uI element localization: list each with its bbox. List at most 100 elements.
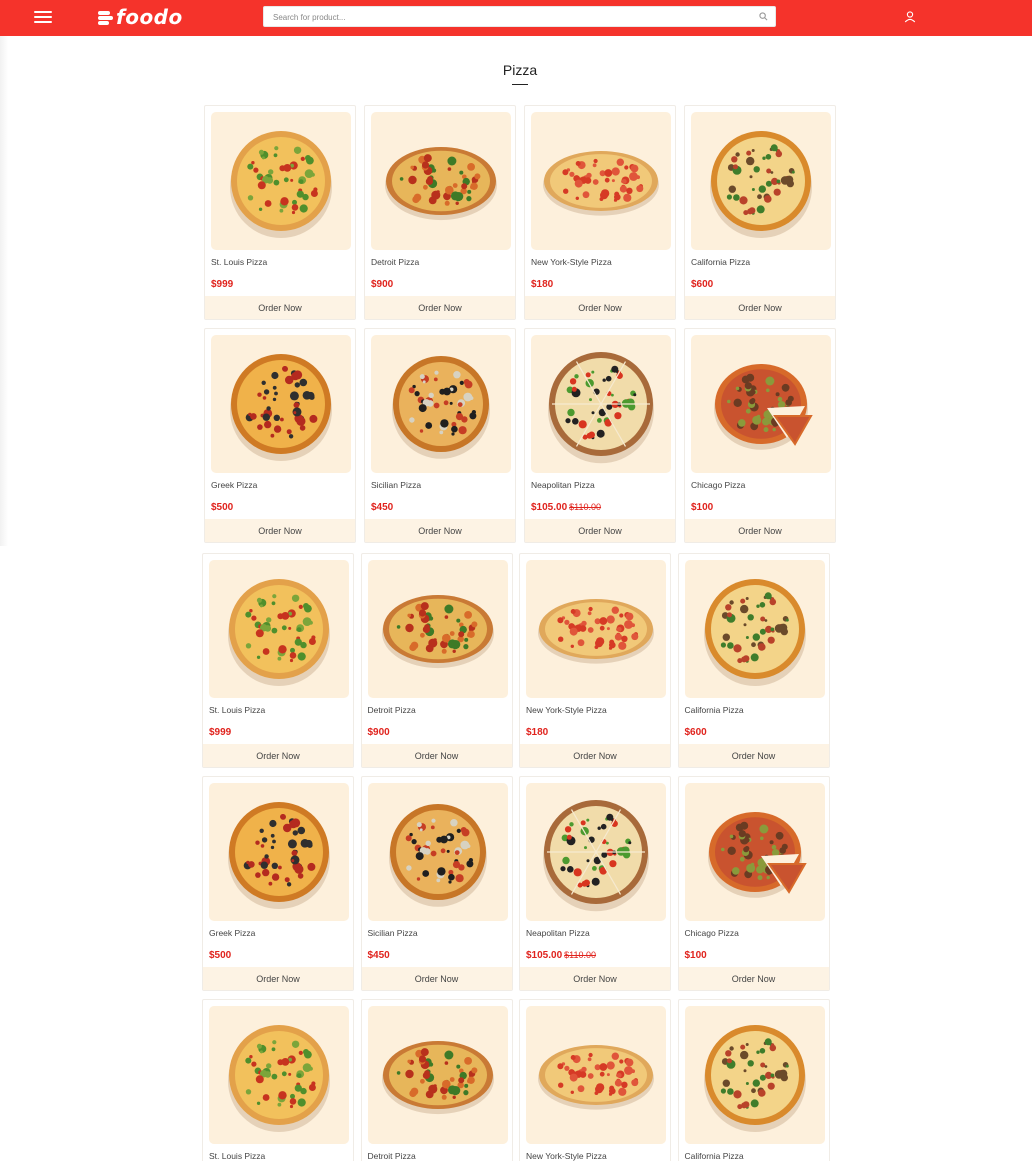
detroit-pizza-image [381,595,494,669]
product-image[interactable] [209,1006,349,1144]
product-name[interactable]: Greek Pizza [211,480,257,490]
product-price: $900 [371,279,393,290]
product-card[interactable]: Greek Pizza $500 Order Now [202,776,354,991]
product-image[interactable] [371,335,511,473]
product-name[interactable]: Chicago Pizza [691,480,745,490]
product-name[interactable]: Neapolitan Pizza [531,480,595,490]
chicago-pizza-image [707,812,807,898]
order-now-button[interactable]: Order Now [361,967,512,990]
current-price: $105.00 [526,950,563,961]
order-now-button[interactable]: Order Now [685,519,835,542]
product-name[interactable]: St. Louis Pizza [209,705,265,715]
product-card[interactable]: Chicago Pizza $100 Order Now [684,328,836,543]
order-now-button[interactable]: Order Now [203,744,353,767]
product-name[interactable]: New York-Style Pizza [531,257,612,267]
product-card[interactable]: New York-Style Pizza$180Order Now [519,553,671,768]
product-image[interactable] [684,783,825,921]
product-name[interactable]: California Pizza [685,1151,744,1161]
product-image[interactable] [691,112,831,250]
order-now-button[interactable]: Order Now [365,519,515,542]
product-price: $500 [209,950,231,961]
product-name[interactable]: Detroit Pizza [368,705,416,715]
product-card[interactable]: St. Louis Pizza$999Order Now [202,999,354,1161]
product-card[interactable]: Detroit Pizza$900Order Now [360,553,513,768]
product-image[interactable] [371,112,511,250]
product-image[interactable] [367,1006,508,1144]
current-price: $999 [211,279,234,290]
product-card[interactable]: Neapolitan Pizza $105.00 $110.00 Order Now [519,776,671,991]
product-name[interactable]: New York-Style Pizza [526,705,607,715]
search-box [263,6,776,27]
product-image[interactable] [211,335,351,473]
search-input[interactable] [264,8,775,27]
product-card[interactable]: New York-Style Pizza$180Order Now [519,999,671,1161]
product-card[interactable]: Sicilian Pizza $450 Order Now [360,776,513,991]
product-price: $180 [531,279,553,290]
order-now-button[interactable]: Order Now [525,519,675,542]
product-image[interactable] [684,1006,825,1144]
new-york-pizza-image [538,599,654,664]
order-now-button[interactable]: Order Now [525,296,675,319]
product-card[interactable]: Sicilian Pizza $450 Order Now [364,328,516,543]
order-now-button[interactable]: Order Now [361,744,512,767]
product-name[interactable]: Chicago Pizza [685,928,739,938]
order-now-button[interactable]: Order Now [205,519,355,542]
sicilian-pizza-image [392,356,490,459]
user-account-icon[interactable] [903,10,917,24]
product-image[interactable] [531,112,671,250]
product-card[interactable]: California Pizza$600Order Now [684,105,836,320]
order-now-button[interactable]: Order Now [685,296,835,319]
product-name[interactable]: Sicilian Pizza [371,480,421,490]
product-name[interactable]: California Pizza [685,705,744,715]
order-now-button[interactable]: Order Now [678,967,829,990]
product-price: $999 [209,727,231,738]
product-name[interactable]: Neapolitan Pizza [526,928,590,938]
product-image[interactable] [367,783,508,921]
product-card[interactable]: Chicago Pizza $100 Order Now [677,776,830,991]
product-card[interactable]: Greek Pizza $500 Order Now [204,328,356,543]
detroit-pizza-image [385,147,497,221]
product-card[interactable]: St. Louis Pizza $999 Order Now [202,553,354,768]
product-name[interactable]: St. Louis Pizza [211,257,267,267]
product-name[interactable]: California Pizza [691,257,750,267]
product-card[interactable]: St. Louis Pizza $999 Order Now [204,105,356,320]
current-price: $600 [684,727,707,738]
brand-logo[interactable]: foodo [98,5,183,29]
product-image[interactable] [531,335,671,473]
order-now-button[interactable]: Order Now [205,296,355,319]
order-now-button[interactable]: Order Now [678,744,829,767]
order-now-button[interactable]: Order Now [520,744,670,767]
product-image[interactable] [209,560,349,698]
product-image[interactable] [526,783,666,921]
product-image[interactable] [526,560,666,698]
product-name[interactable]: St. Louis Pizza [209,1151,265,1161]
product-name[interactable]: Sicilian Pizza [368,928,418,938]
product-name[interactable]: Greek Pizza [209,928,255,938]
product-card[interactable]: Detroit Pizza$900Order Now [360,999,513,1161]
product-card[interactable]: California Pizza$600Order Now [677,999,830,1161]
product-image[interactable] [691,335,831,473]
order-now-button[interactable]: Order Now [203,967,353,990]
product-image[interactable] [367,560,508,698]
product-image[interactable] [684,560,825,698]
product-card[interactable]: Detroit Pizza $900 Order Now [364,105,516,320]
product-image[interactable] [209,783,349,921]
hamburger-menu-icon[interactable] [34,11,52,25]
search-icon[interactable] [759,12,768,21]
order-now-button[interactable]: Order Now [365,296,515,319]
original-price: $110.00 [569,502,602,512]
product-grid: St. Louis Pizza $999 Order Now Detroit Pizz… [204,105,836,543]
product-price: $100 [685,950,707,961]
product-name[interactable]: Detroit Pizza [368,1151,416,1161]
california-pizza-image [710,131,812,238]
product-name[interactable]: New York-Style Pizza [526,1151,607,1161]
product-card[interactable]: New York-Style Pizza $180 Order Now [524,105,676,320]
product-image[interactable] [526,1006,666,1144]
title-underline [512,84,528,85]
product-image[interactable] [211,112,351,250]
page-edge-shade [0,36,8,546]
product-card[interactable]: Neapolitan Pizza $105.00 $110.00 Order Now [524,328,676,543]
order-now-button[interactable]: Order Now [520,967,670,990]
product-card[interactable]: California Pizza $600 Order Now [677,553,830,768]
product-name[interactable]: Detroit Pizza [371,257,419,267]
